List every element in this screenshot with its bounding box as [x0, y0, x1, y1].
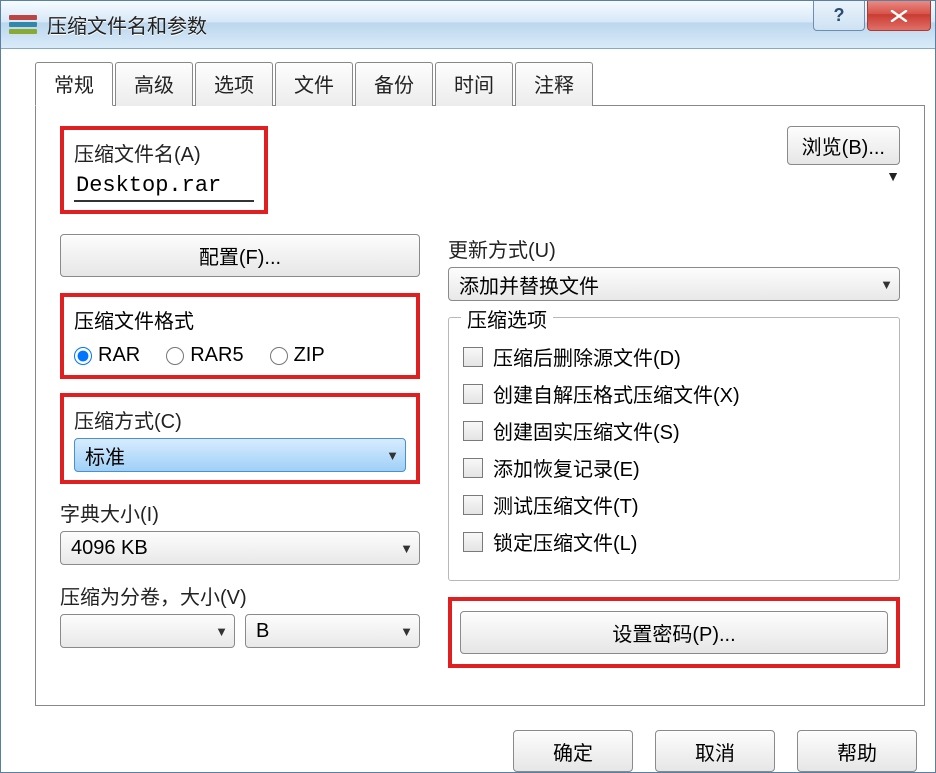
titlebar: 压缩文件名和参数 ?	[1, 1, 935, 49]
tab-bar: 常规 高级 选项 文件 备份 时间 注释	[35, 61, 925, 106]
dict-combo[interactable]: 4096 KB ▼	[60, 531, 420, 565]
chevron-down-icon: ▼	[215, 624, 228, 639]
dialog-window: 压缩文件名和参数 ? 常规 高级 选项 文件 备份 时间 注释 压缩文件名(A)…	[0, 0, 936, 773]
window-title: 压缩文件名和参数	[47, 10, 207, 39]
cancel-button[interactable]: 取消	[655, 730, 775, 772]
ok-button[interactable]: 确定	[513, 730, 633, 772]
archive-options-group: 压缩选项 压缩后删除源文件(D) 创建自解压格式压缩文件(X) 创建固实压缩文件…	[448, 317, 900, 581]
chevron-down-icon: ▼	[400, 624, 413, 639]
checkbox-icon	[463, 421, 483, 441]
format-group: 压缩文件格式 RAR RAR5 ZIP	[74, 305, 406, 367]
content-area: 常规 高级 选项 文件 备份 时间 注释 压缩文件名(A) Desktop.ra…	[1, 49, 935, 772]
radio-rar5[interactable]: RAR5	[166, 344, 243, 367]
chevron-down-icon: ▼	[880, 277, 893, 292]
filename-label: 压缩文件名(A)	[74, 138, 254, 167]
close-button[interactable]	[867, 1, 931, 31]
chevron-down-icon: ▼	[386, 448, 399, 463]
checkbox-icon	[463, 384, 483, 404]
tab-general[interactable]: 常规	[35, 62, 113, 106]
help-button[interactable]: 帮助	[797, 730, 917, 772]
opt-lock[interactable]: 锁定压缩文件(L)	[463, 527, 885, 556]
radio-zip[interactable]: ZIP	[270, 344, 325, 367]
help-button-icon[interactable]: ?	[813, 1, 865, 31]
highlight-method: 压缩方式(C) 标准 ▼	[60, 393, 420, 484]
opt-test[interactable]: 测试压缩文件(T)	[463, 490, 885, 519]
tab-backup[interactable]: 备份	[355, 62, 433, 106]
split-size-combo[interactable]: ▼	[60, 614, 235, 648]
dialog-footer: 确定 取消 帮助	[1, 724, 935, 772]
tab-time[interactable]: 时间	[435, 62, 513, 106]
method-combo[interactable]: 标准 ▼	[74, 438, 406, 472]
tab-options[interactable]: 选项	[195, 62, 273, 106]
window-buttons: ?	[811, 1, 931, 31]
opt-sfx[interactable]: 创建自解压格式压缩文件(X)	[463, 379, 885, 408]
chevron-down-icon: ▼	[400, 541, 413, 556]
tab-files[interactable]: 文件	[275, 62, 353, 106]
format-legend: 压缩文件格式	[74, 305, 406, 334]
radio-rar[interactable]: RAR	[74, 344, 140, 367]
opt-recovery[interactable]: 添加恢复记录(E)	[463, 453, 885, 482]
tab-comment[interactable]: 注释	[515, 62, 593, 106]
app-icon	[9, 11, 37, 39]
dict-label: 字典大小(I)	[60, 498, 420, 527]
update-label: 更新方式(U)	[448, 234, 900, 263]
checkbox-icon	[463, 532, 483, 552]
highlight-format: 压缩文件格式 RAR RAR5 ZIP	[60, 293, 420, 379]
tab-panel-general: 压缩文件名(A) Desktop.rar 浏览(B)... ▼ 配置(F)...	[35, 106, 925, 706]
method-label: 压缩方式(C)	[74, 405, 406, 434]
filename-dropdown-icon[interactable]: ▼	[886, 168, 900, 184]
opt-solid[interactable]: 创建固实压缩文件(S)	[463, 416, 885, 445]
checkbox-icon	[463, 347, 483, 367]
filename-input[interactable]: Desktop.rar	[74, 171, 254, 202]
split-label: 压缩为分卷，大小(V)	[60, 581, 420, 610]
checkbox-icon	[463, 458, 483, 478]
archive-options-legend: 压缩选项	[461, 304, 553, 333]
highlight-password: 设置密码(P)...	[448, 597, 900, 668]
set-password-button[interactable]: 设置密码(P)...	[460, 611, 888, 654]
highlight-filename: 压缩文件名(A) Desktop.rar	[60, 126, 268, 214]
update-combo[interactable]: 添加并替换文件 ▼	[448, 267, 900, 301]
tab-advanced[interactable]: 高级	[115, 62, 193, 106]
split-unit-combo[interactable]: B ▼	[245, 614, 420, 648]
browse-button[interactable]: 浏览(B)...	[787, 126, 900, 165]
opt-delete-after[interactable]: 压缩后删除源文件(D)	[463, 342, 885, 371]
profiles-button[interactable]: 配置(F)...	[60, 234, 420, 277]
checkbox-icon	[463, 495, 483, 515]
